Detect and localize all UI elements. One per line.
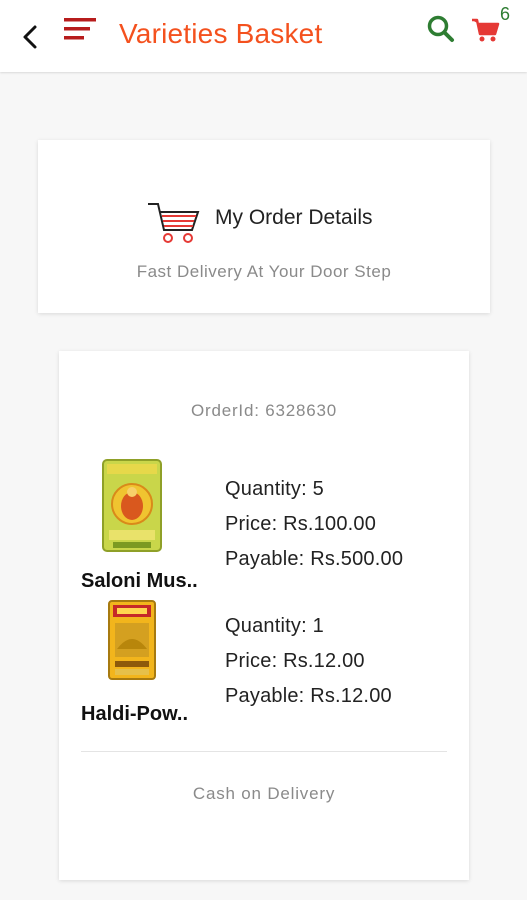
product-name: Saloni Mus..	[81, 570, 198, 592]
product-image	[101, 458, 163, 553]
cart-count-badge: 6	[500, 4, 511, 24]
order-card: OrderId: 6328630 Saloni Mus.. Quantity: …	[59, 351, 469, 880]
product-image	[107, 599, 157, 681]
payment-method: Cash on Delivery	[192, 784, 336, 803]
menu-button[interactable]	[64, 16, 100, 42]
item-quantity: Quantity: 5	[225, 478, 324, 500]
page-title: My Order Details	[215, 206, 373, 229]
chevron-left-icon	[23, 25, 37, 49]
app-title: Varieties Basket	[119, 18, 323, 49]
item-quantity: Quantity: 1	[225, 615, 324, 637]
order-item: Saloni Mus.. Quantity: 5 Price: Rs.100.0…	[59, 458, 469, 598]
divider	[81, 751, 447, 752]
page-subtitle: Fast Delivery At Your Door Step	[136, 262, 392, 281]
order-details-header-card: My Order Details Fast Delivery At Your D…	[38, 140, 490, 313]
item-payable: Payable: Rs.500.00	[225, 548, 404, 570]
order-item: Haldi-Pow.. Quantity: 1 Price: Rs.12.00 …	[59, 599, 469, 739]
product-name: Haldi-Pow..	[81, 703, 189, 725]
order-id: OrderId: 6328630	[190, 401, 338, 420]
cart-outline-icon	[146, 200, 204, 246]
item-price: Price: Rs.100.00	[225, 513, 377, 535]
hamburger-menu-icon	[64, 18, 96, 40]
item-payable: Payable: Rs.12.00	[225, 685, 392, 707]
item-price: Price: Rs.12.00	[225, 650, 365, 672]
search-icon	[427, 15, 454, 42]
search-button[interactable]	[426, 14, 456, 44]
shopping-cart-icon	[472, 18, 500, 42]
back-button[interactable]	[18, 22, 44, 52]
cart-button[interactable]	[470, 14, 502, 46]
app-bar: Varieties Basket 6	[0, 0, 527, 72]
